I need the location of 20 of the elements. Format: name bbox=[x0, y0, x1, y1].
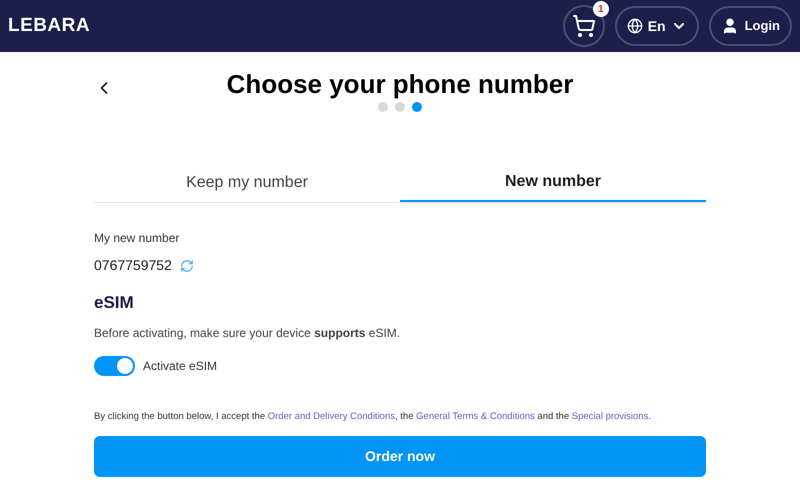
logo[interactable]: LEBARA bbox=[8, 12, 90, 40]
terms-link[interactable]: Special provisions bbox=[572, 410, 648, 422]
tab[interactable]: Keep my number bbox=[94, 164, 400, 202]
esim-toggle[interactable] bbox=[94, 356, 135, 376]
esim-heading: eSIM bbox=[94, 292, 135, 314]
refresh-icon[interactable] bbox=[180, 258, 194, 272]
cart-icon bbox=[572, 14, 596, 38]
phone-number: 0767759752 bbox=[94, 256, 172, 275]
tab[interactable]: New number bbox=[400, 164, 706, 202]
terms-text: By clicking the button below, I accept the Order and Delivery Conditions, the General Terms & Conditions and the Special provisions. bbox=[94, 410, 652, 424]
esim-note: Before activating, make sure your device supports eSIM. bbox=[94, 324, 402, 342]
terms-link[interactable]: Order and Delivery Conditions bbox=[268, 410, 396, 422]
globe-icon bbox=[626, 18, 643, 34]
cart-count-badge: 1 bbox=[592, 1, 609, 17]
language-button[interactable]: En bbox=[614, 6, 699, 46]
terms-link[interactable]: General Terms & Conditions bbox=[416, 410, 535, 422]
toggle-label: Activate eSIM bbox=[143, 358, 218, 374]
number-label: My new number bbox=[94, 230, 180, 247]
login-button[interactable]: Login bbox=[708, 6, 792, 46]
page-title: Choose your phone number bbox=[226, 68, 574, 100]
